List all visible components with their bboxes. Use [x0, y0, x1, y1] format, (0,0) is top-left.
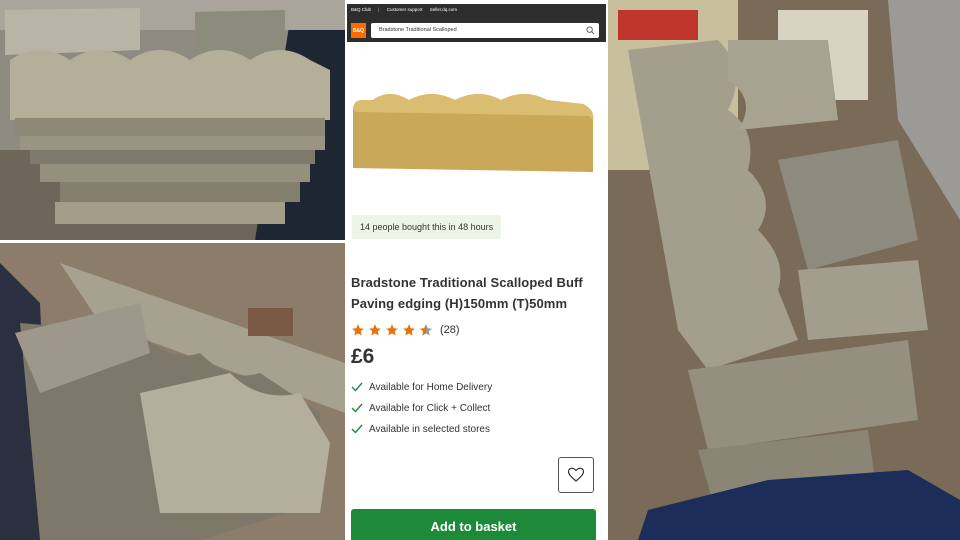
- heart-icon: [567, 467, 585, 482]
- search-value: Bradstone Traditional Scalloped: [379, 27, 457, 33]
- star-icon: [386, 324, 398, 336]
- product-price: £6: [351, 345, 375, 368]
- star-icon: [403, 324, 415, 336]
- star-icon: [352, 324, 364, 336]
- availability-stores: Available in selected stores: [351, 422, 490, 436]
- header-top-links: B&Q Club | Customer support Seller.dq.co…: [351, 7, 463, 12]
- photo-stacked-edging-bottom-left: [0, 243, 345, 540]
- availability-home-delivery: Available for Home Delivery: [351, 380, 492, 394]
- star-icon: [369, 324, 381, 336]
- bq-logo[interactable]: B&Q: [351, 23, 366, 38]
- search-input[interactable]: Bradstone Traditional Scalloped: [371, 23, 599, 38]
- availability-label: Available for Click + Collect: [369, 402, 491, 414]
- product-rating[interactable]: (28): [351, 322, 460, 338]
- availability-label: Available in selected stores: [369, 423, 490, 435]
- link-customer-support[interactable]: Customer support: [387, 7, 423, 12]
- product-page-panel: B&Q Club | Customer support Seller.dq.co…: [347, 0, 606, 540]
- availability-click-collect: Available for Click + Collect: [351, 401, 490, 415]
- check-icon: [351, 382, 363, 392]
- product-image[interactable]: [351, 90, 597, 180]
- photo-stacked-edging-top-left: [0, 0, 345, 240]
- check-icon: [351, 424, 363, 434]
- link-separator: |: [378, 7, 380, 12]
- product-title: Bradstone Traditional Scalloped Buff Pav…: [351, 275, 583, 311]
- add-to-basket-button[interactable]: Add to basket: [351, 509, 596, 540]
- link-seller[interactable]: Seller.dq.com: [430, 7, 457, 12]
- check-icon: [351, 403, 363, 413]
- wishlist-button[interactable]: [558, 457, 594, 493]
- social-proof-badge: 14 people bought this in 48 hours: [352, 215, 502, 239]
- search-icon[interactable]: [586, 26, 595, 35]
- review-count[interactable]: (28): [440, 324, 460, 336]
- availability-label: Available for Home Delivery: [369, 381, 493, 393]
- link-bq-club[interactable]: B&Q Club: [351, 7, 371, 12]
- site-header: B&Q Club | Customer support Seller.dq.co…: [347, 4, 606, 42]
- star-half-icon: [420, 324, 432, 336]
- photo-stacked-edging-right: [608, 0, 960, 540]
